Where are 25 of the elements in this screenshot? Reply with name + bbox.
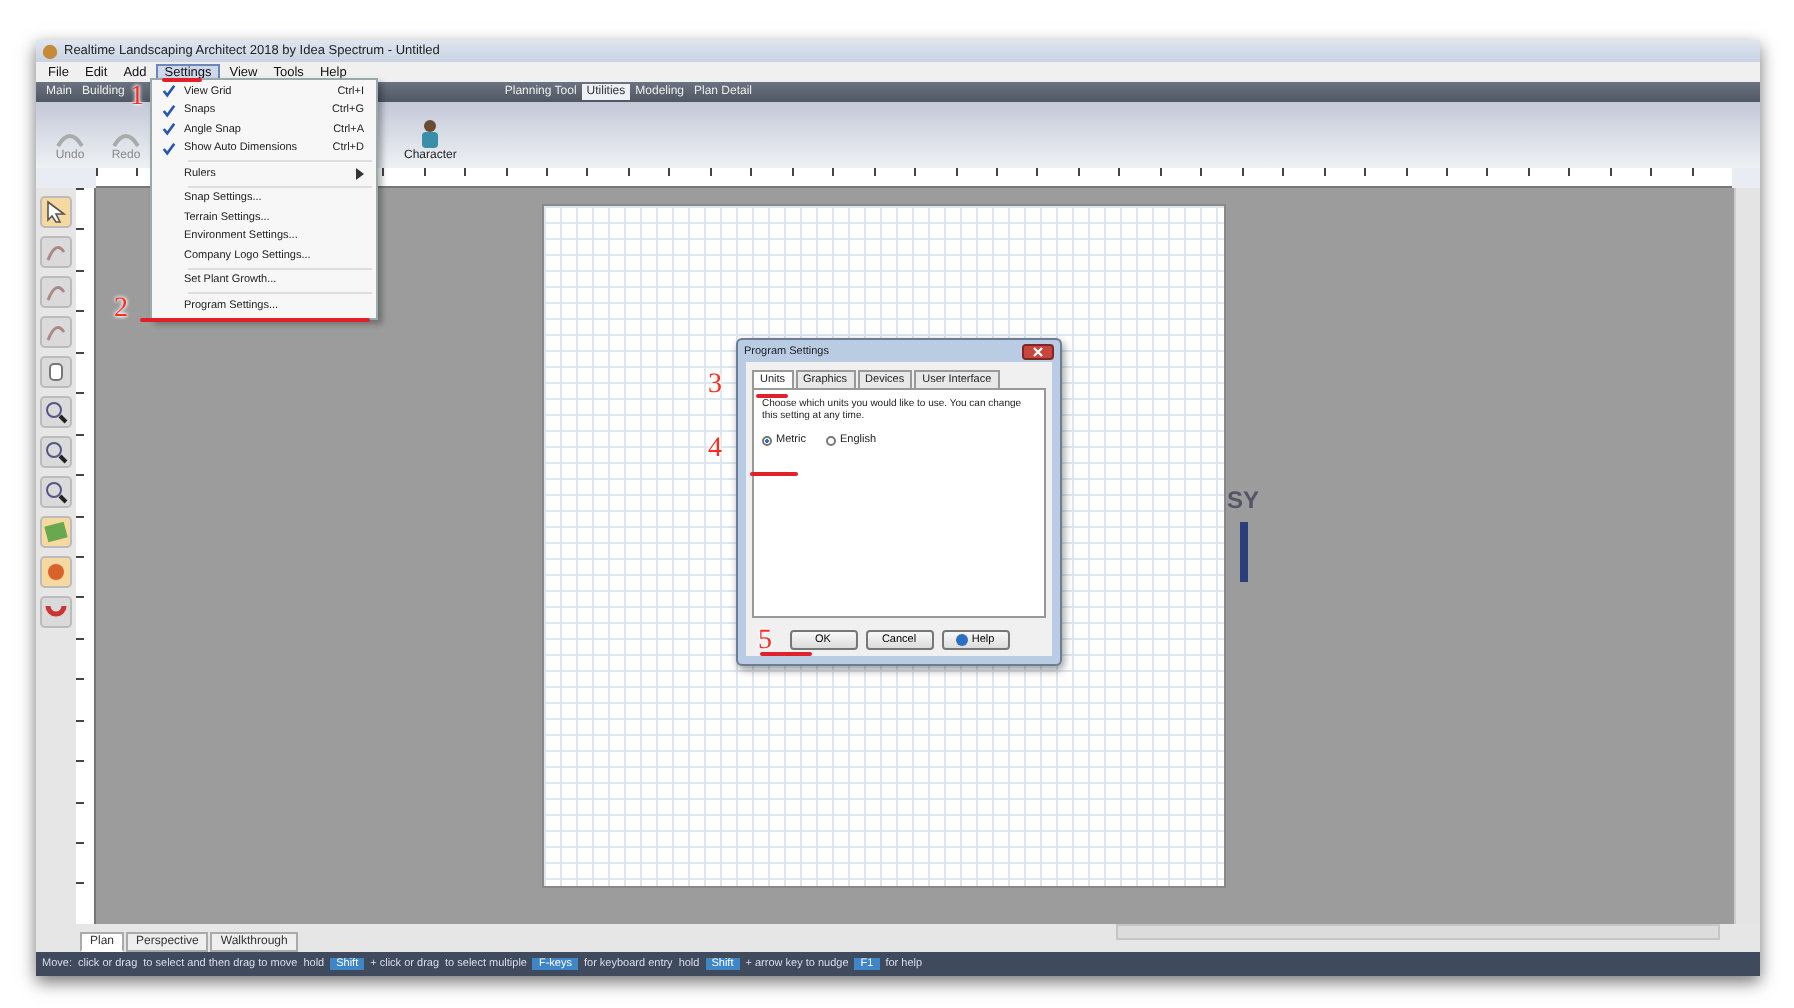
close-icon (1032, 345, 1044, 357)
submenu-arrow-icon (356, 167, 364, 180)
person-icon (418, 118, 443, 150)
step-number: 3 (708, 372, 722, 400)
zoom-out-tool-icon[interactable] (40, 436, 72, 468)
arc-tool-icon[interactable] (40, 316, 72, 348)
step-number: 4 (708, 436, 722, 464)
annotation-underline (162, 78, 202, 82)
app-icon (42, 43, 58, 59)
step-number: 2 (114, 296, 128, 324)
magnet-tool-icon[interactable] (40, 596, 72, 628)
horizontal-scrollbar[interactable] (1116, 924, 1720, 940)
zoom-in-tool-icon[interactable] (40, 396, 72, 428)
annotation-underline (750, 472, 798, 476)
vertical-scrollbar[interactable] (1734, 188, 1760, 924)
logo-mark-icon (1237, 522, 1249, 582)
paint-tool-icon[interactable] (40, 556, 72, 588)
help-icon (955, 634, 968, 646)
annotation-underline (756, 394, 788, 398)
annotation-underline (760, 652, 812, 656)
close-button[interactable] (1022, 343, 1054, 359)
zoom-fit-tool-icon[interactable] (40, 476, 72, 508)
logo-text: SY (1227, 486, 1260, 514)
pointer-tool-icon[interactable] (40, 196, 72, 228)
step-number: 5 (758, 628, 772, 656)
